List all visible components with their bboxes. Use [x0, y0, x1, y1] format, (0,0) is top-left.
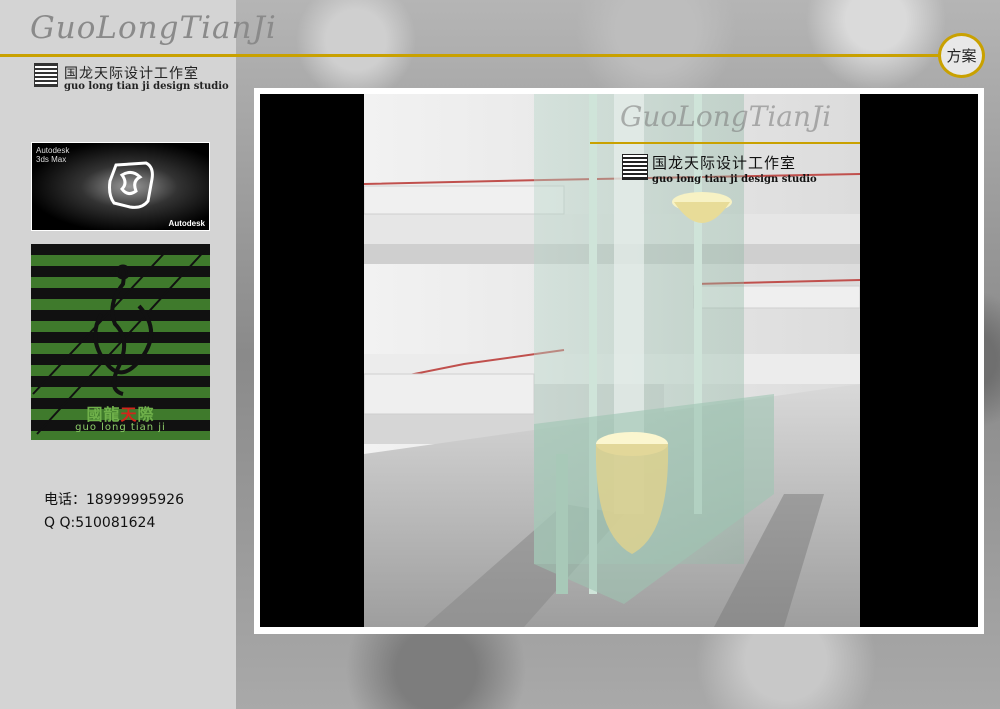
watermark-script: GuoLongTianJi — [620, 100, 832, 133]
studio-name-en: guo long tian ji design studio — [64, 81, 229, 92]
watermark-divider — [590, 142, 860, 144]
software-badge-vendor: Autodesk — [36, 146, 70, 155]
render-frame: GuoLongTianJi 国龙天际设计工作室 guo long tian ji… — [254, 88, 984, 634]
contact-phone: 电话：18999995926 — [44, 492, 184, 508]
studio-logo-icon — [34, 63, 58, 87]
studio-name-cn: 国龙天际设计工作室 — [64, 66, 199, 82]
software-badge-title: Autodesk 3ds Max — [36, 146, 69, 164]
software-badge-brand: Autodesk — [168, 219, 205, 228]
logo-panel-name-en: guo long tian ji — [75, 422, 166, 433]
software-badge-product: 3ds Max — [36, 155, 67, 164]
header-divider — [0, 54, 940, 57]
sidebar: GuoLongTianJi 国龙天际设计工作室 guo long tian ji… — [0, 0, 276, 709]
brand-script-title: GuoLongTianJi — [30, 10, 277, 46]
watermark-logo-icon — [622, 154, 648, 180]
software-badge: Autodesk 3ds Max Autodesk — [31, 142, 210, 231]
watermark-name-cn: 国龙天际设计工作室 — [652, 154, 797, 172]
watermark-name-en: guo long tian ji design studio — [652, 174, 817, 185]
contact-qq: Q Q:510081624 — [44, 515, 156, 531]
studio-logo-panel: 國龍天際 guo long tian ji — [31, 244, 210, 440]
render-photo: GuoLongTianJi 国龙天际设计工作室 guo long tian ji… — [260, 94, 978, 627]
plan-badge: 方案 — [938, 33, 985, 78]
3dsmax-logo-icon — [108, 161, 154, 209]
